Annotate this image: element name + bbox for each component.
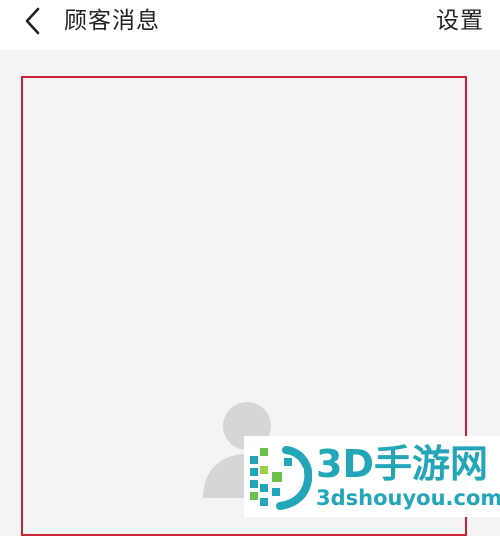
watermark-logo-icon xyxy=(246,444,313,510)
site-watermark: 3D手游网 3dshouyou.com xyxy=(244,436,500,517)
watermark-site-url: 3dshouyou.com xyxy=(316,486,500,510)
settings-button[interactable]: 设置 xyxy=(436,4,484,38)
chevron-left-icon xyxy=(25,7,40,35)
top-bar: 顾客消息 设置 xyxy=(0,0,500,50)
watermark-site-name: 3D手游网 xyxy=(316,442,488,486)
back-button[interactable] xyxy=(18,4,52,38)
page-title: 顾客消息 xyxy=(64,8,160,34)
